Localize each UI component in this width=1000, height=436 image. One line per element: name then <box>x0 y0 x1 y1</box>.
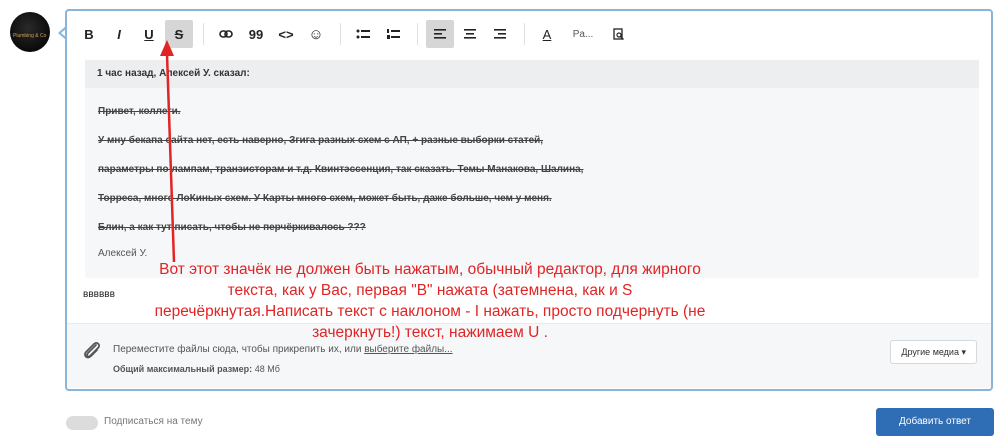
quote-line: Привет, коллеги. <box>98 106 181 117</box>
quote-line: Торреса, много ЛоКиных схем. У Карты мно… <box>98 193 552 204</box>
align-right-icon[interactable] <box>486 20 514 48</box>
quoted-message: 1 час назад, Алексей У. сказал: Привет, … <box>85 60 979 278</box>
toolbar-separator <box>524 23 525 45</box>
quote-line: параметры по лампам, транзисторам и т.д.… <box>98 164 584 175</box>
quote-icon[interactable]: 99 <box>242 20 270 48</box>
font-color-icon[interactable]: A <box>533 20 561 48</box>
quote-header: 1 час назад, Алексей У. сказал: <box>85 60 979 88</box>
annotation-line: перечёркнутая.Написать текст с наклоном … <box>154 303 706 320</box>
max-size: Общий максимальный размер: 48 Мб <box>113 364 280 374</box>
align-left-icon[interactable] <box>426 20 454 48</box>
attach-instructions: Переместите файлы сюда, чтобы прикрепить… <box>113 344 453 355</box>
other-media-button[interactable]: Другие медиа ▾ <box>890 340 977 364</box>
code-icon[interactable]: <> <box>272 20 300 48</box>
max-size-value: 48 Мб <box>254 364 280 374</box>
strikethrough-button[interactable]: S <box>165 20 193 48</box>
toolbar-separator <box>203 23 204 45</box>
underline-button[interactable]: U <box>135 20 163 48</box>
annotation-text: Вот этот значёк не должен быть нажатым, … <box>80 259 780 343</box>
bold-button[interactable]: B <box>75 20 103 48</box>
avatar-caption: Plumbing & Co <box>13 33 47 39</box>
toolbar-separator <box>417 23 418 45</box>
font-size-dropdown[interactable]: Pa... <box>563 20 603 48</box>
annotation-line: Вот этот значёк не должен быть нажатым, … <box>159 261 701 278</box>
italic-button[interactable]: I <box>105 20 133 48</box>
smile-icon[interactable]: ☺ <box>302 20 330 48</box>
link-icon[interactable] <box>212 20 240 48</box>
annotation-line: текста, как у Вас, первая "В" нажата (за… <box>227 282 633 299</box>
numbered-list-icon[interactable] <box>379 20 407 48</box>
quote-line: У мну бекапа сайта нет, есть наверно, Зг… <box>98 135 544 146</box>
align-center-icon[interactable] <box>456 20 484 48</box>
avatar[interactable]: Plumbing & Co <box>10 12 50 52</box>
editor-toolbar: B I U S 99 <> ☺ A Pa... <box>75 17 635 51</box>
attach-text: Переместите файлы сюда, чтобы прикрепить… <box>113 344 362 355</box>
preview-icon[interactable] <box>605 20 633 48</box>
post-reply-button[interactable]: Добавить ответ <box>876 408 994 436</box>
quote-line: Блин, а как тут писать, чтобы не перчёрк… <box>98 222 366 233</box>
subscribe-label: Подписаться на тему <box>104 416 203 427</box>
quote-author: Алексей У. <box>98 248 148 259</box>
annotation-line: зачеркнуть!) текст, нажимаем U . <box>312 324 548 341</box>
choose-files-link[interactable]: выберите файлы... <box>364 344 452 355</box>
bullet-list-icon[interactable] <box>349 20 377 48</box>
toolbar-separator <box>340 23 341 45</box>
subscribe-toggle[interactable] <box>66 416 98 430</box>
max-size-label: Общий максимальный размер: <box>113 364 253 374</box>
